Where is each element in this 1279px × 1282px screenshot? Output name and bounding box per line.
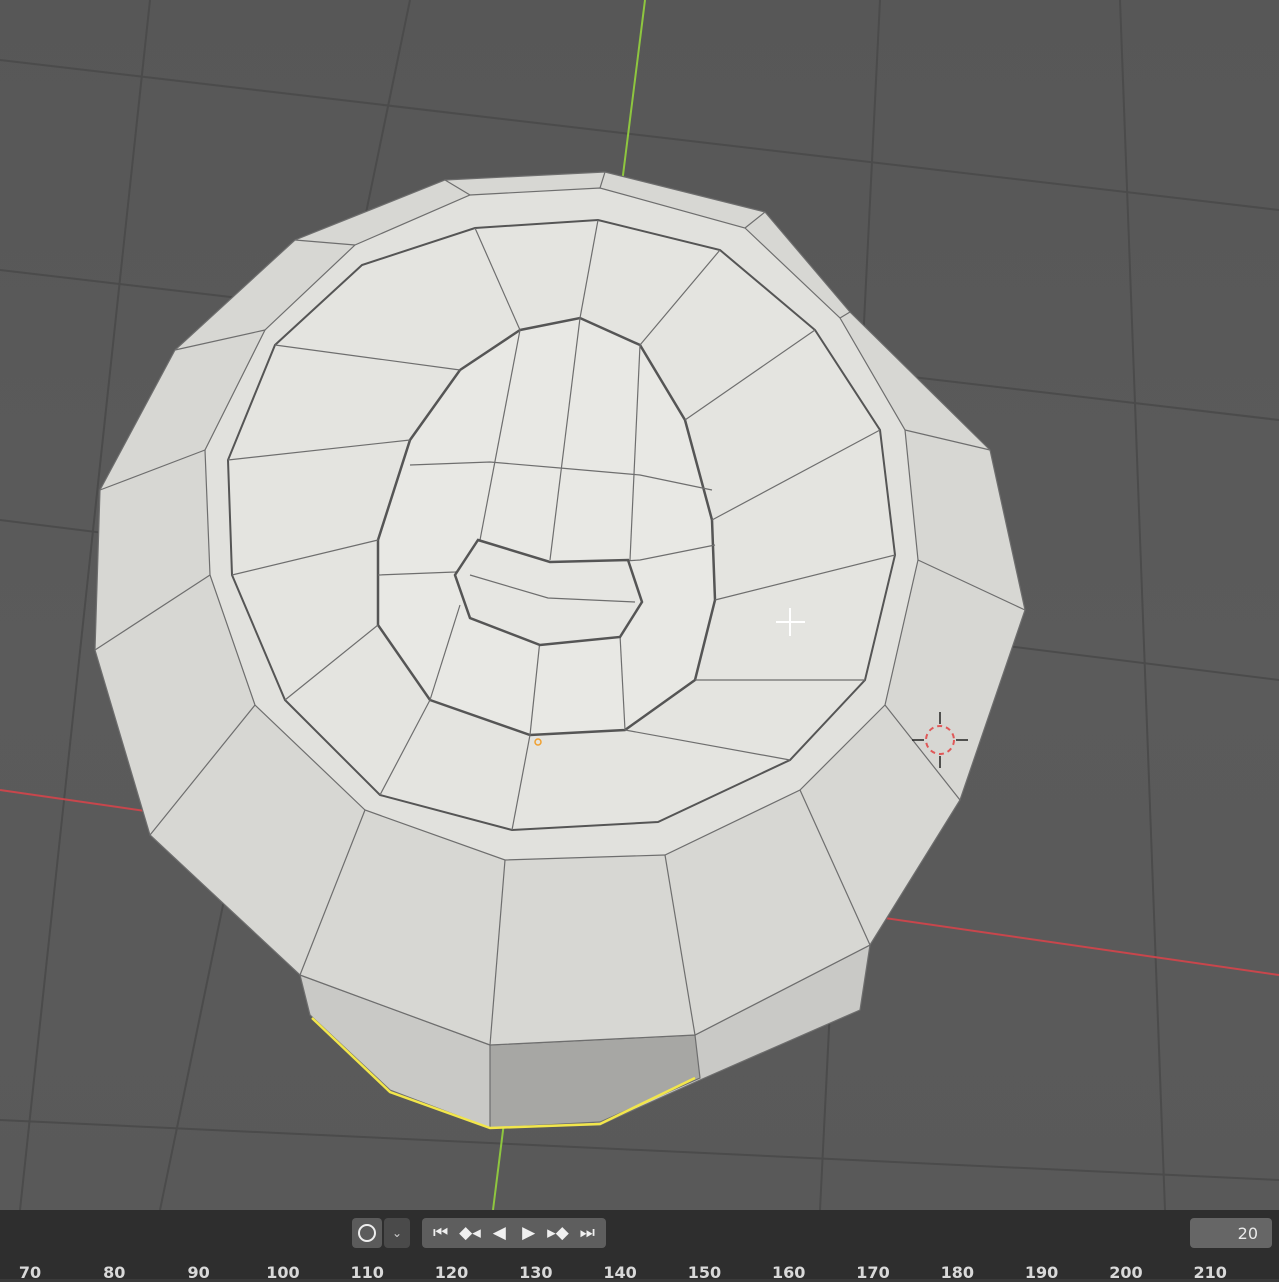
ruler-label: 210 (1193, 1263, 1227, 1282)
keying-dropdown[interactable]: ⌄ (384, 1218, 410, 1248)
3d-viewport[interactable] (0, 0, 1279, 1210)
play-reverse-icon[interactable]: ◀ (486, 1221, 512, 1245)
chevron-down-icon: ⌄ (391, 1226, 403, 1240)
ruler-label: 170 (856, 1263, 890, 1282)
ruler-label: 160 (771, 1263, 806, 1282)
ruler-label: 200 (1109, 1263, 1143, 1282)
viewport-canvas[interactable] (0, 0, 1279, 1210)
ruler-label: 150 (687, 1263, 722, 1282)
play-icon[interactable]: ▶ (516, 1221, 542, 1245)
ruler-label: 190 (1024, 1263, 1059, 1282)
circle-icon (358, 1224, 376, 1242)
current-frame-field[interactable]: 20 (1190, 1218, 1272, 1248)
ruler-label: 180 (940, 1263, 974, 1282)
ruler-label: 90 (187, 1263, 210, 1282)
transport-controls: ⏮ ◆◂ ◀ ▶ ▸◆ ⏭ (422, 1218, 606, 1248)
ruler-label: 110 (350, 1263, 384, 1282)
ruler-label: 80 (103, 1263, 126, 1282)
timeline-panel[interactable]: ⌄ ⏮ ◆◂ ◀ ▶ ▸◆ ⏭ 20 70 80 90 100 110 120 130 140… (0, 1210, 1279, 1282)
ruler-label: 130 (519, 1263, 553, 1282)
ruler-label: 120 (434, 1263, 469, 1282)
ruler-label: 70 (18, 1263, 42, 1282)
jump-to-end-icon[interactable]: ⏭ (574, 1221, 600, 1245)
jump-to-keyframe-back-icon[interactable]: ◆◂ (457, 1221, 483, 1245)
jump-to-keyframe-forward-icon[interactable]: ▸◆ (545, 1221, 571, 1245)
jump-to-start-icon[interactable]: ⏮ (428, 1221, 454, 1245)
cylinder-mesh[interactable] (94, 171, 1026, 1130)
ruler-label: 140 (603, 1263, 637, 1282)
keying-button[interactable] (352, 1218, 382, 1248)
ruler-label: 100 (266, 1263, 300, 1282)
